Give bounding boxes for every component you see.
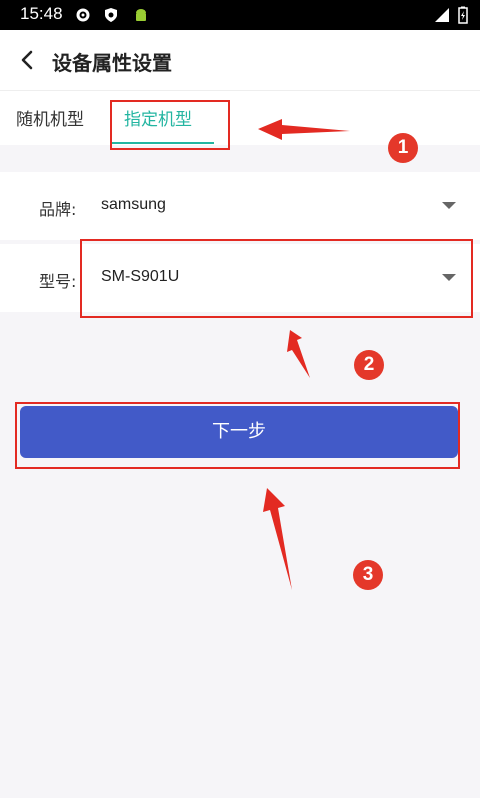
annotation-arrow-3: [263, 488, 292, 590]
annotation-arrow-2: [287, 330, 310, 378]
annotation-badge-2: 2: [354, 350, 384, 380]
annotation-badge-1: 1: [388, 133, 418, 163]
annotation-arrow-1: [258, 119, 350, 140]
annotation-arrows: [258, 119, 350, 590]
annotation-badge-3: 3: [353, 560, 383, 590]
